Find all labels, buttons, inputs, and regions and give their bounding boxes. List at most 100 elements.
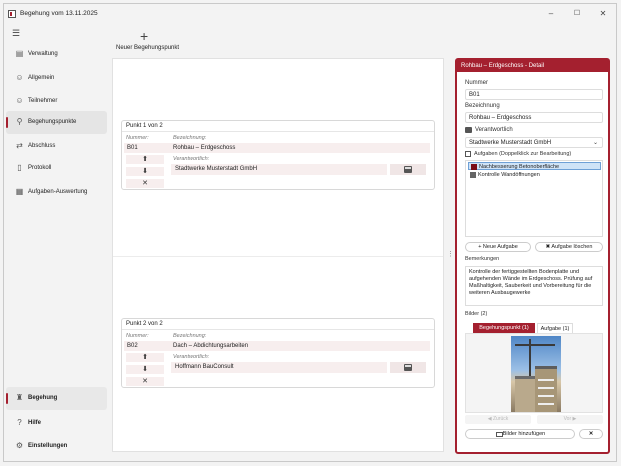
sidebar-item-abschluss[interactable]: ⇄ Abschluss (6, 135, 107, 158)
image-viewer (465, 333, 603, 413)
verantwortlich-label-text: Verantwortlich (475, 127, 513, 133)
detail-panel: Rohbau – Erdgeschoss - Detail Nummer B01… (455, 58, 610, 454)
nummer-label: Nummer (465, 80, 489, 86)
point-card-header: Punkt 2 von 2 (122, 319, 434, 330)
verantwortlich-selected-value: Stadtwerke Musterstadt GmbH (469, 140, 552, 146)
title-bar: Begehung vom 13.11.2025 – ☐ ✕ (4, 4, 616, 26)
sidebar-item-label: Teilnehmer (28, 98, 58, 104)
task-item[interactable]: Kontrolle Wandöffnungen (468, 171, 601, 179)
close-button[interactable]: ✕ (596, 8, 610, 20)
add-images-label: Bilder hinzufügen (502, 431, 546, 437)
sidebar-item-protokoll[interactable]: ▯ Protokoll (6, 157, 107, 180)
sidebar-item-allgemein[interactable]: ☺ Allgemein (6, 67, 107, 90)
sidebar-item-label: Protokoll (28, 165, 52, 171)
verantwortlich-label: Verantwortlich: (173, 156, 210, 162)
checklist-icon (465, 151, 471, 157)
verantwortlich-label: Verantwortlich: (173, 354, 210, 360)
sidebar-item-label: Allgemein (28, 75, 55, 81)
gear-icon: ⚙ (15, 441, 24, 450)
verantwortlich-label: Verantwortlich (465, 127, 513, 133)
minimize-button[interactable]: – (544, 8, 558, 20)
task-label: Nachbesserung Betonoberfläche (479, 164, 560, 170)
bezeichnung-label: Bezeichnung: (173, 333, 207, 339)
nummer-value[interactable]: B01 (127, 145, 138, 151)
contact-card-icon (404, 364, 412, 371)
sidebar-item-begehungspunkte[interactable]: ⚲ Begehungspunkte (6, 111, 107, 134)
detail-header: Rohbau – Erdgeschoss - Detail (457, 60, 608, 72)
bemerkungen-label: Bemerkungen (465, 256, 500, 262)
sidebar-item-label: Hilfe (28, 420, 42, 426)
sidebar-item-einstellungen[interactable]: ⚙ Einstellungen (6, 435, 107, 458)
sidebar-item-teilnehmer[interactable]: ☺ Teilnehmer (6, 90, 107, 113)
people-icon: ☺ (15, 73, 24, 82)
hamburger-icon[interactable]: ☰ (12, 28, 20, 39)
move-down-button[interactable]: ⬇ (126, 167, 164, 176)
walk-icon: ♜ (15, 393, 24, 402)
add-point-label: Neuer Begehungspunkt (116, 45, 180, 51)
task-label: Kontrolle Wandöffnungen (478, 172, 540, 178)
building-shape (515, 376, 535, 412)
construction-photo[interactable] (511, 336, 561, 412)
bemerkungen-textarea[interactable]: Kontrolle der fertiggestellten Bodenplat… (465, 266, 603, 306)
sidebar-item-begehung[interactable]: ♜ Begehung (6, 387, 107, 410)
tab-aufgabe[interactable]: Aufgabe (1) (537, 323, 573, 333)
nummer-label: Nummer: (126, 135, 149, 141)
point-card: Punkt 2 von 2 Nummer: Bezeichnung: B02 D… (121, 318, 435, 388)
task-color-swatch (470, 172, 476, 178)
bezeichnung-value[interactable]: Rohbau – Erdgeschoss (173, 145, 235, 151)
bezeichnung-label: Bezeichnung (465, 103, 500, 109)
add-point-button[interactable]: + Neuer Begehungspunkt (116, 29, 194, 55)
point-card: Punkt 1 von 2 Nummer: Bezeichnung: B01 R… (121, 120, 435, 190)
list-icon: ▦ (15, 187, 24, 196)
list-divider (113, 256, 443, 257)
move-up-button[interactable]: ⬆ (126, 155, 164, 164)
tasks-list[interactable]: Nachbesserung Betonoberfläche Kontrolle … (465, 160, 603, 237)
point-card-header: Punkt 1 von 2 (122, 121, 434, 132)
delete-point-button[interactable]: ✕ (126, 377, 164, 386)
task-item[interactable]: Nachbesserung Betonoberfläche (468, 162, 601, 170)
building-shape (535, 366, 557, 412)
crane-arm-shape (515, 344, 555, 346)
bezeichnung-value[interactable]: Dach – Abdichtungsarbeiten (173, 343, 248, 349)
bezeichnung-label: Bezeichnung: (173, 135, 207, 141)
points-list: Punkt 1 von 2 Nummer: Bezeichnung: B01 R… (112, 58, 444, 452)
contact-card-icon (465, 127, 472, 133)
delete-point-button[interactable]: ✕ (126, 179, 164, 188)
previous-image-button[interactable]: ◀ Zurück (465, 415, 531, 424)
bilder-label: Bilder (2) (465, 311, 488, 317)
sidebar-item-label: Abschluss (28, 143, 56, 149)
move-down-button[interactable]: ⬇ (126, 365, 164, 374)
delete-task-button[interactable]: ✖ Aufgabe löschen (535, 242, 603, 252)
nummer-input[interactable]: B01 (465, 89, 603, 100)
image-icon (496, 432, 503, 437)
contact-picker-button[interactable] (390, 362, 426, 373)
verantwortlich-select[interactable]: Stadtwerke Musterstadt GmbH ⌄ (465, 137, 603, 148)
verantwortlich-value: Stadtwerke Musterstadt GmbH (175, 166, 258, 172)
sidebar-item-aufgaben-auswertung[interactable]: ▦ Aufgaben-Auswertung (6, 181, 107, 204)
people-icon: ☺ (15, 96, 24, 105)
row-bg (124, 341, 430, 351)
contact-picker-button[interactable] (390, 164, 426, 175)
maximize-button[interactable]: ☐ (570, 8, 584, 20)
sidebar-item-label: Begehung (28, 395, 58, 401)
bezeichnung-input[interactable]: Rohbau – Erdgeschoss (465, 112, 603, 123)
move-up-button[interactable]: ⬆ (126, 353, 164, 362)
aufgaben-label: Aufgaben (Doppelklick zur Bearbeitung) (465, 151, 571, 157)
panel-splitter-handle[interactable]: ⋮ (447, 250, 454, 258)
sidebar-item-label: Einstellungen (28, 443, 68, 449)
app-logo-icon (8, 10, 16, 18)
remove-image-button[interactable]: ✕ (579, 429, 603, 439)
window-title: Begehung vom 13.11.2025 (20, 10, 98, 17)
row-bg (124, 143, 430, 153)
sidebar-item-label: Verwaltung (28, 51, 58, 57)
next-image-button[interactable]: Vor ▶ (537, 415, 603, 424)
sidebar-item-hilfe[interactable]: ? Hilfe (6, 412, 107, 435)
sidebar-item-verwaltung[interactable]: ▤ Verwaltung (6, 43, 107, 66)
nummer-value[interactable]: B02 (127, 343, 138, 349)
contact-card-icon (404, 166, 412, 173)
new-task-button[interactable]: + Neue Aufgabe (465, 242, 531, 252)
nummer-label: Nummer: (126, 333, 149, 339)
tab-begehungspunkt[interactable]: Begehungspunkt (1) (473, 323, 535, 333)
add-images-button[interactable]: Bilder hinzufügen (465, 429, 575, 439)
aufgaben-label-text: Aufgaben (Doppelklick zur Bearbeitung) (474, 151, 572, 157)
